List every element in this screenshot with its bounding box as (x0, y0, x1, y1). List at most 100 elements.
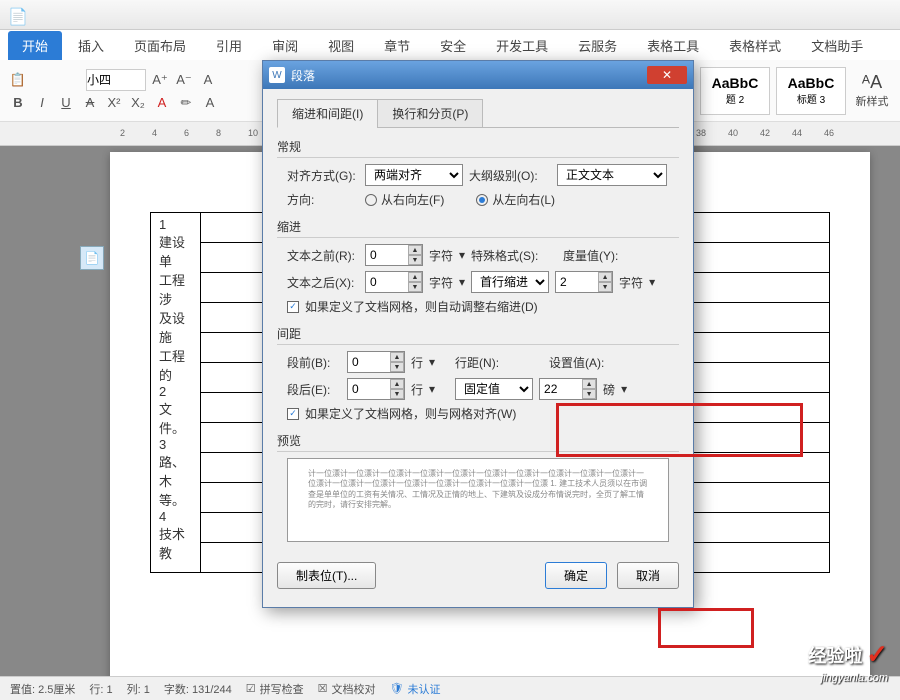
ruler-tick: 2 (120, 128, 125, 138)
align-label: 对齐方式(G): (287, 167, 359, 184)
tab-cloud[interactable]: 云服务 (564, 31, 631, 60)
special-label: 特殊格式(S): (471, 247, 541, 264)
direction-ltr-radio[interactable]: 从左向右(L) (476, 191, 555, 208)
spin-down-icon[interactable]: ▼ (408, 282, 422, 292)
decrease-font-icon[interactable]: A⁻ (174, 70, 194, 90)
tab-security[interactable]: 安全 (426, 31, 480, 60)
tab-tabletools[interactable]: 表格工具 (633, 31, 713, 60)
ruler-tick: 4 (152, 128, 157, 138)
spin-down-icon[interactable]: ▼ (390, 362, 404, 372)
section-indent: 缩进 (277, 218, 679, 238)
italic-icon[interactable]: I (32, 93, 52, 113)
tab-insert[interactable]: 插入 (64, 31, 118, 60)
watermark-url: jingyanla.com (821, 672, 888, 684)
spin-down-icon[interactable]: ▼ (390, 389, 404, 399)
status-doccheck[interactable]: ☒ 文档校对 (318, 681, 376, 697)
setvalue-label: 设置值(A): (549, 354, 615, 371)
status-wordcount[interactable]: 字数: 131/244 (164, 681, 232, 697)
before-text-label: 文本之前(R): (287, 247, 359, 264)
ok-button[interactable]: 确定 (545, 562, 607, 589)
status-row: 行: 1 (89, 681, 112, 697)
spin-down-icon[interactable]: ▼ (582, 389, 596, 399)
dialog-titlebar[interactable]: W 段落 ✕ (263, 61, 693, 89)
spin-up-icon[interactable]: ▲ (390, 379, 404, 389)
spin-down-icon[interactable]: ▼ (598, 282, 612, 292)
ruler-tick: 8 (216, 128, 221, 138)
align-select[interactable]: 两端对齐 (365, 164, 463, 186)
tab-pagelayout[interactable]: 页面布局 (120, 31, 200, 60)
style-heading2[interactable]: AaBbC 题 2 (700, 67, 770, 115)
outline-label: 大纲级别(O): (469, 167, 551, 184)
watermark: 经验啦✓ (808, 639, 888, 670)
measure-label: 度量值(Y): (563, 247, 629, 264)
tab-devtools[interactable]: 开发工具 (482, 31, 562, 60)
status-col: 列: 1 (127, 681, 150, 697)
ruler-tick: 42 (760, 128, 770, 138)
char-border-icon[interactable]: A (200, 93, 220, 113)
tab-view[interactable]: 视图 (314, 31, 368, 60)
close-button[interactable]: ✕ (647, 66, 687, 84)
tab-start[interactable]: 开始 (8, 31, 62, 60)
bold-icon[interactable]: B (8, 93, 28, 113)
linespace-label: 行距(N): (455, 354, 509, 371)
status-spellcheck[interactable]: ☑ 拼写检查 (246, 681, 304, 697)
font-size-select[interactable] (86, 69, 146, 91)
status-auth[interactable]: 🛡 未认证 (390, 681, 441, 697)
before-para-label: 段前(B): (287, 354, 341, 371)
app-icon: 📄 (8, 7, 24, 23)
snap-to-grid-checkbox[interactable] (287, 408, 299, 420)
ruler-tick: 46 (824, 128, 834, 138)
increase-font-icon[interactable]: A⁺ (150, 70, 170, 90)
snap-to-grid-label: 如果定义了文档网格，则与网格对齐(W) (305, 405, 516, 422)
check-icon: ✓ (866, 639, 888, 670)
tab-docassist[interactable]: 文档助手 (797, 31, 877, 60)
style-heading3[interactable]: AaBbC 标题 3 (776, 67, 846, 115)
auto-adjust-indent-checkbox[interactable] (287, 301, 299, 313)
section-general: 常规 (277, 138, 679, 158)
status-position: 置值: 2.5厘米 (10, 681, 75, 697)
char-unit: 字符 (429, 247, 453, 264)
paste-icon[interactable]: 📋 (8, 70, 28, 90)
clear-format-icon[interactable]: A (198, 70, 218, 90)
preview-box: 计一位漂计一位漂计一位漂计一位漂计一位漂计一位漂计一位漂计一位漂计一位漂计一位漂… (287, 458, 669, 542)
newstyle-icon: ᴬA (862, 72, 882, 93)
tab-reference[interactable]: 引用 (202, 31, 256, 60)
spin-up-icon[interactable]: ▲ (598, 272, 612, 282)
superscript-icon[interactable]: X² (104, 93, 124, 113)
ruler-tick: 10 (248, 128, 258, 138)
dialog-icon: W (269, 67, 285, 83)
subscript-icon[interactable]: X₂ (128, 93, 148, 113)
ribbon-tabs: 开始 插入 页面布局 引用 审阅 视图 章节 安全 开发工具 云服务 表格工具 … (0, 30, 900, 60)
page-nav-icon[interactable]: 📄 (80, 246, 104, 270)
underline-icon[interactable]: U (56, 93, 76, 113)
tab-chapter[interactable]: 章节 (370, 31, 424, 60)
spin-up-icon[interactable]: ▲ (408, 245, 422, 255)
tab-tablestyle[interactable]: 表格样式 (715, 31, 795, 60)
new-style-button[interactable]: ᴬA 新样式 (852, 72, 892, 109)
strike-icon[interactable]: A (80, 93, 100, 113)
font-color-icon[interactable]: A (152, 93, 172, 113)
spin-down-icon[interactable]: ▼ (408, 255, 422, 265)
highlight-icon[interactable]: ✏ (176, 93, 196, 113)
window-titlebar: 📄 (0, 0, 900, 30)
spin-up-icon[interactable]: ▲ (408, 272, 422, 282)
section-spacing: 间距 (277, 325, 679, 345)
ruler-tick: 44 (792, 128, 802, 138)
direction-label: 方向: (287, 191, 359, 208)
outline-select[interactable]: 正文文本 (557, 164, 667, 186)
dialog-title: 段落 (291, 67, 315, 84)
spin-up-icon[interactable]: ▲ (582, 379, 596, 389)
cancel-button[interactable]: 取消 (617, 562, 679, 589)
tab-indent-spacing[interactable]: 缩进和间距(I) (277, 99, 378, 128)
direction-rtl-radio[interactable]: 从右向左(F) (365, 191, 444, 208)
tab-line-page-break[interactable]: 换行和分页(P) (377, 99, 483, 128)
status-bar: 置值: 2.5厘米 行: 1 列: 1 字数: 131/244 ☑ 拼写检查 ☒… (0, 676, 900, 700)
section-preview: 预览 (277, 432, 679, 452)
ruler-tick: 38 (696, 128, 706, 138)
special-format-select[interactable]: 首行缩进 (471, 271, 549, 293)
spin-up-icon[interactable]: ▲ (390, 352, 404, 362)
linespace-select[interactable]: 固定值 (455, 378, 533, 400)
ruler-tick: 6 (184, 128, 189, 138)
tabstop-button[interactable]: 制表位(T)... (277, 562, 376, 589)
tab-review[interactable]: 审阅 (258, 31, 312, 60)
